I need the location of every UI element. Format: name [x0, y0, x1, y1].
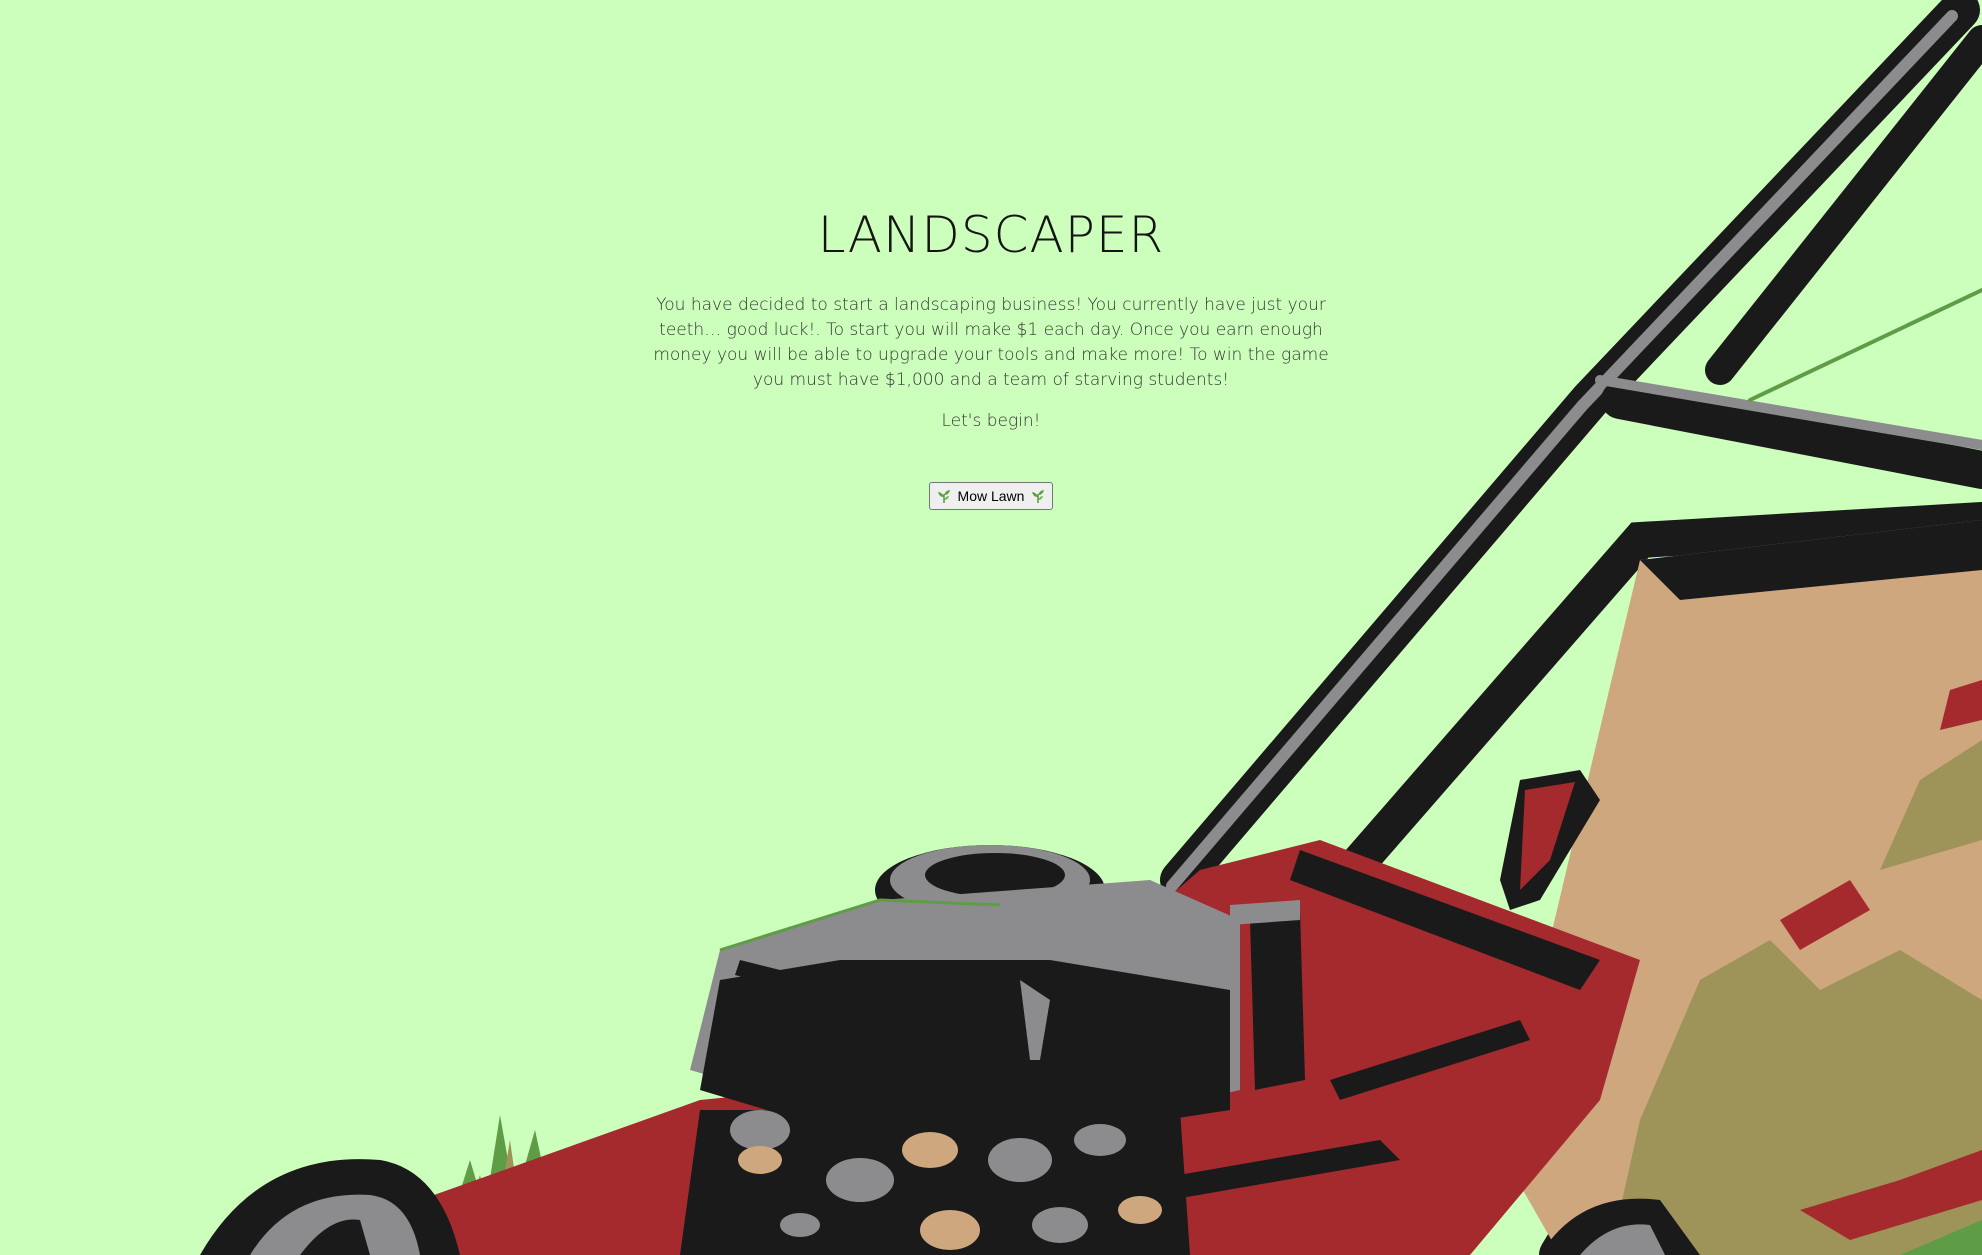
- mow-lawn-label: Mow Lawn: [957, 488, 1025, 504]
- game-stage: LANDSCAPER You have decided to start a l…: [0, 0, 1982, 1255]
- herb-icon: [937, 490, 950, 503]
- herb-icon: [1032, 490, 1045, 503]
- game-intro-text: You have decided to start a landscaping …: [653, 295, 1329, 390]
- begin-prompt: Let's begin!: [941, 411, 1041, 431]
- game-title: LANDSCAPER: [817, 206, 1165, 264]
- front-wheel: [200, 1159, 460, 1255]
- mow-lawn-button[interactable]: Mow Lawn: [928, 482, 1054, 510]
- intro-panel: LANDSCAPER You have decided to start a l…: [0, 0, 1982, 510]
